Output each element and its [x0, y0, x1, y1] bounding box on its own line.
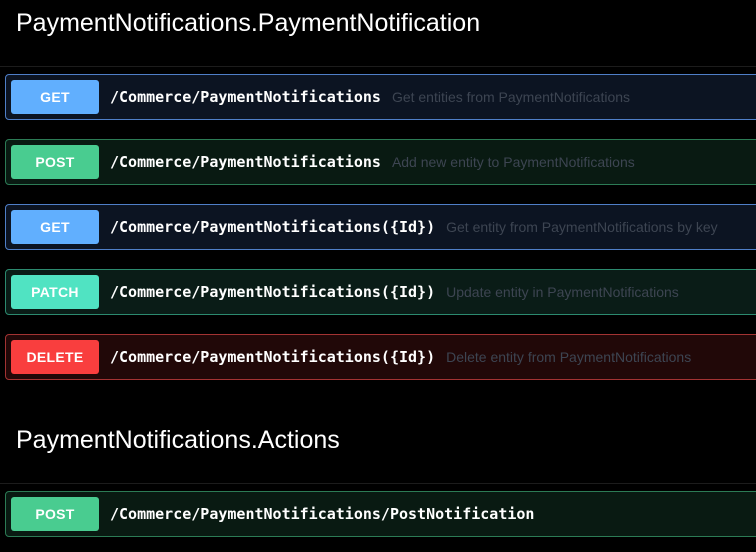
method-badge-delete: DELETE: [11, 340, 99, 374]
method-badge-get: GET: [11, 210, 99, 244]
operation-path: /Commerce/PaymentNotifications: [110, 88, 381, 106]
section-title-payment-notification[interactable]: PaymentNotifications.PaymentNotification: [16, 8, 480, 38]
operation-patch-payment-notification[interactable]: PATCH /Commerce/PaymentNotifications({Id…: [5, 269, 756, 315]
method-badge-post: POST: [11, 497, 99, 531]
operation-path: /Commerce/PaymentNotifications({Id}): [110, 348, 436, 366]
operation-summary: Update entity in PaymentNotifications: [446, 284, 679, 300]
operation-summary: Add new entity to PaymentNotifications: [391, 154, 635, 170]
section-title-actions[interactable]: PaymentNotifications.Actions: [16, 425, 340, 455]
operation-path: /Commerce/PaymentNotifications({Id}): [110, 218, 436, 236]
operation-summary: Get entities from PaymentNotifications: [391, 89, 631, 105]
method-badge-patch: PATCH: [11, 275, 99, 309]
operation-summary: Get entity from PaymentNotifications by …: [446, 219, 718, 235]
operation-post-notification[interactable]: POST /Commerce/PaymentNotifications/Post…: [5, 491, 756, 537]
method-badge-post: POST: [11, 145, 99, 179]
operation-path: /Commerce/PaymentNotifications({Id}): [110, 283, 436, 301]
operation-path: /Commerce/PaymentNotifications: [110, 153, 381, 171]
operation-get-payment-notification-by-key[interactable]: GET /Commerce/PaymentNotifications({Id})…: [5, 204, 756, 250]
operation-delete-payment-notification[interactable]: DELETE /Commerce/PaymentNotifications({I…: [5, 334, 756, 380]
operation-get-payment-notifications[interactable]: GET /Commerce/PaymentNotifications Get e…: [5, 74, 756, 120]
section-divider: [0, 66, 756, 67]
operation-summary: Delete entity from PaymentNotifications: [446, 349, 692, 365]
operation-post-payment-notifications[interactable]: POST /Commerce/PaymentNotifications Add …: [5, 139, 756, 185]
section-divider: [0, 483, 756, 484]
method-badge-get: GET: [11, 80, 99, 114]
operation-path: /Commerce/PaymentNotifications/PostNotif…: [110, 505, 535, 523]
